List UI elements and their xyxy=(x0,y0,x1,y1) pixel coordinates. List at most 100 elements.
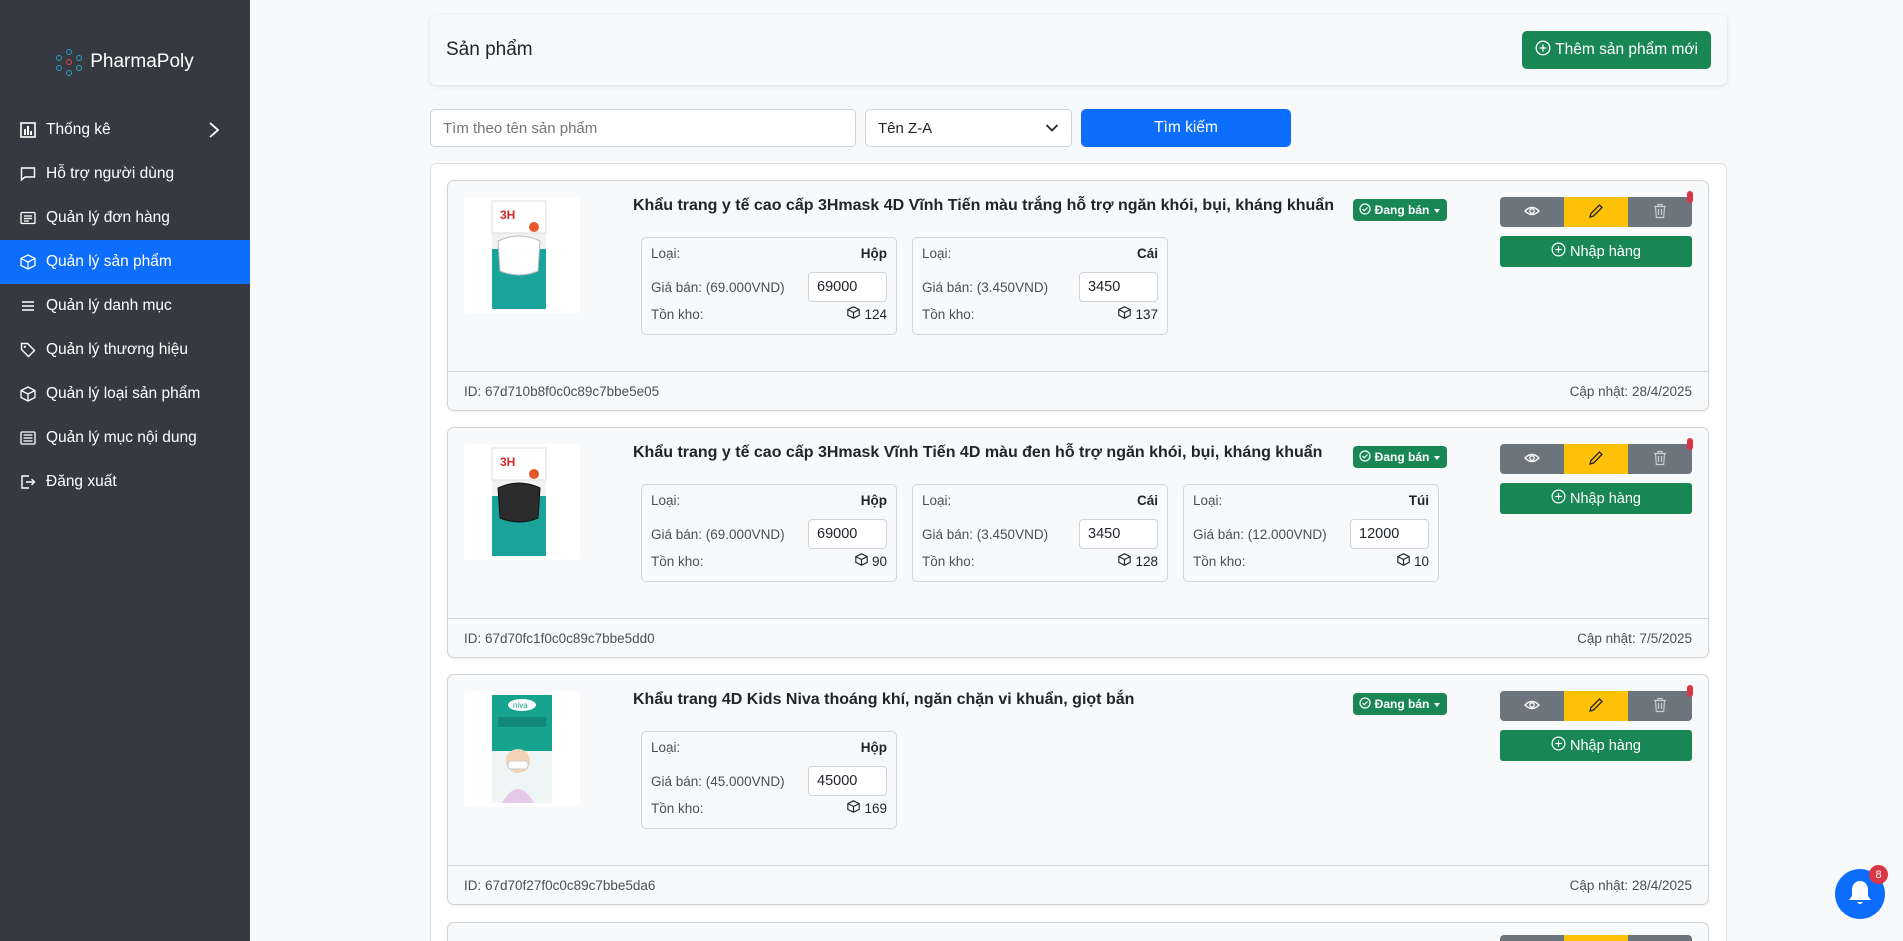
sidebar-item-product-types[interactable]: Quản lý loại sản phẩm xyxy=(0,372,250,416)
view-button[interactable] xyxy=(1500,197,1564,227)
edit-button[interactable] xyxy=(1564,197,1628,227)
edit-button[interactable] xyxy=(1564,444,1628,474)
variant-box: Loại: Túi Giá bán: (12.000VND) 12000 Tồn k… xyxy=(1183,484,1439,582)
caret-down-icon xyxy=(1433,697,1441,711)
newspaper-icon xyxy=(19,429,37,447)
product-id: 67d70fc1f0c0c89c7bbe5dd0 xyxy=(485,630,655,646)
menu-icon xyxy=(19,297,37,315)
price-input[interactable]: 45000 xyxy=(808,766,887,796)
search-input[interactable] xyxy=(430,109,856,147)
page-title: Sản phẩm xyxy=(446,39,533,60)
type-label: Loại: xyxy=(651,493,681,508)
svg-text:niva: niva xyxy=(513,701,528,710)
price-input[interactable]: 12000 xyxy=(1350,519,1429,549)
delete-button[interactable] xyxy=(1628,935,1692,941)
view-button[interactable] xyxy=(1500,444,1564,474)
chevron-down-icon xyxy=(1045,120,1059,137)
sidebar-item-orders[interactable]: Quản lý đơn hàng xyxy=(0,196,250,240)
sidebar-item-label: Hỗ trợ người dùng xyxy=(46,165,175,182)
sidebar-item-label: Thống kê xyxy=(46,121,111,138)
delete-button[interactable] xyxy=(1628,691,1692,721)
variant-box: Loại: Cái Giá bán: (3.450VND) 3450 Tồn kho… xyxy=(912,484,1168,582)
product-image[interactable]: niva xyxy=(464,691,580,807)
add-product-button[interactable]: Thêm sản phẩm mới xyxy=(1522,31,1711,69)
product-card: 3H Khẩu trang y tế cao cấp 3Hmask 4D Vĩn… xyxy=(447,180,1709,411)
sidebar-item-statistics[interactable]: Thống kê xyxy=(0,108,250,152)
plus-circle-icon xyxy=(1551,242,1566,261)
type-label: Loại: xyxy=(651,740,681,755)
sidebar-item-products[interactable]: Quản lý sản phẩm xyxy=(0,240,250,284)
price-label: Giá bán: (3.450VND) xyxy=(922,279,1049,295)
status-badge[interactable]: Đang bán xyxy=(1353,446,1447,468)
stock-label: Tồn kho: xyxy=(651,306,704,322)
plus-circle-icon xyxy=(1535,40,1551,61)
pencil-icon xyxy=(1588,697,1604,716)
view-button[interactable] xyxy=(1500,935,1564,941)
status-label: Đang bán xyxy=(1374,697,1430,711)
notification-count-badge: 8 xyxy=(1869,865,1888,884)
sort-select-value: Tên Z-A xyxy=(878,119,933,137)
stock-value: 10 xyxy=(1413,553,1429,569)
type-label: Loại: xyxy=(922,493,952,508)
delete-button[interactable] xyxy=(1628,197,1692,227)
alert-marker xyxy=(1687,685,1693,697)
price-input[interactable]: 69000 xyxy=(808,519,887,549)
price-label: Giá bán: (69.000VND) xyxy=(651,279,785,295)
card-footer: ID: 67d710b8f0c0c89c7bbe5e05 Cập nhật: 2… xyxy=(448,371,1708,410)
sidebar-item-brands[interactable]: Quản lý thương hiệu xyxy=(0,328,250,372)
sidebar-item-categories[interactable]: Quản lý danh mục xyxy=(0,284,250,328)
edit-button[interactable] xyxy=(1564,935,1628,941)
chart-icon xyxy=(19,121,37,139)
pencil-icon xyxy=(1588,450,1604,469)
sidebar-item-user-support[interactable]: Hỗ trợ người dùng xyxy=(0,152,250,196)
updated-date: 28/4/2025 xyxy=(1631,877,1692,893)
trash-icon xyxy=(1653,450,1667,469)
updated-prefix: Cập nhật: xyxy=(1569,383,1632,399)
product-card xyxy=(447,922,1709,941)
product-image[interactable]: 3H xyxy=(464,197,580,313)
action-group xyxy=(1500,691,1692,721)
card-footer: ID: 67d70f27f0c0c89c7bbe5da6 Cập nhật: 2… xyxy=(448,865,1708,904)
view-button[interactable] xyxy=(1500,691,1564,721)
page-header: Sản phẩm Thêm sản phẩm mới xyxy=(430,15,1727,85)
sidebar-item-logout[interactable]: Đăng xuất xyxy=(0,460,250,504)
price-input[interactable]: 3450 xyxy=(1079,519,1158,549)
bell-icon xyxy=(1847,879,1873,910)
svg-text:3H: 3H xyxy=(500,208,515,222)
sidebar-item-content[interactable]: Quản lý mục nội dung xyxy=(0,416,250,460)
variant-unit: Hộp xyxy=(860,740,887,755)
product-card: 3H Khẩu trang y tế cao cấp 3Hmask Vĩnh T… xyxy=(447,427,1709,658)
import-stock-button[interactable]: Nhập hàng xyxy=(1500,730,1692,761)
stock-value: 137 xyxy=(1135,306,1158,322)
price-input[interactable]: 69000 xyxy=(808,272,887,302)
brand-logo-icon xyxy=(56,49,83,76)
list-card-icon xyxy=(19,209,37,227)
brand[interactable]: PharmaPoly xyxy=(0,32,250,92)
sidebar-item-label: Đăng xuất xyxy=(46,473,117,490)
import-stock-button[interactable]: Nhập hàng xyxy=(1500,483,1692,514)
stock-value: 124 xyxy=(864,306,887,322)
variant-box: Loại: Hộp Giá bán: (69.000VND) 69000 Tồn k… xyxy=(641,237,897,335)
edit-button[interactable] xyxy=(1564,691,1628,721)
status-badge[interactable]: Đang bán xyxy=(1353,693,1447,715)
box-icon xyxy=(1397,553,1410,569)
price-input[interactable]: 3450 xyxy=(1079,272,1158,302)
status-badge[interactable]: Đang bán xyxy=(1353,199,1447,221)
card-footer: ID: 67d70fc1f0c0c89c7bbe5dd0 Cập nhật: 7… xyxy=(448,618,1708,657)
variant-box: Loại: Cái Giá bán: (3.450VND) 3450 Tồn kho… xyxy=(912,237,1168,335)
price-label: Giá bán: (69.000VND) xyxy=(651,526,785,542)
sort-select[interactable]: Tên Z-A xyxy=(865,109,1072,147)
search-button[interactable]: Tìm kiếm xyxy=(1081,109,1291,147)
type-label: Loại: xyxy=(922,246,952,261)
sidebar: PharmaPoly Thống kê Hỗ trợ người dùng Qu… xyxy=(0,0,250,941)
import-stock-label: Nhập hàng xyxy=(1570,737,1641,754)
pencil-icon xyxy=(1588,203,1604,222)
status-label: Đang bán xyxy=(1374,450,1430,464)
product-image[interactable]: 3H xyxy=(464,444,580,560)
action-group xyxy=(1500,444,1692,474)
product-id: 67d70f27f0c0c89c7bbe5da6 xyxy=(485,877,656,893)
product-card: niva Khẩu trang 4D Kids Niva thoáng khí,… xyxy=(447,674,1709,905)
box-icon xyxy=(847,800,861,816)
import-stock-button[interactable]: Nhập hàng xyxy=(1500,236,1692,267)
delete-button[interactable] xyxy=(1628,444,1692,474)
